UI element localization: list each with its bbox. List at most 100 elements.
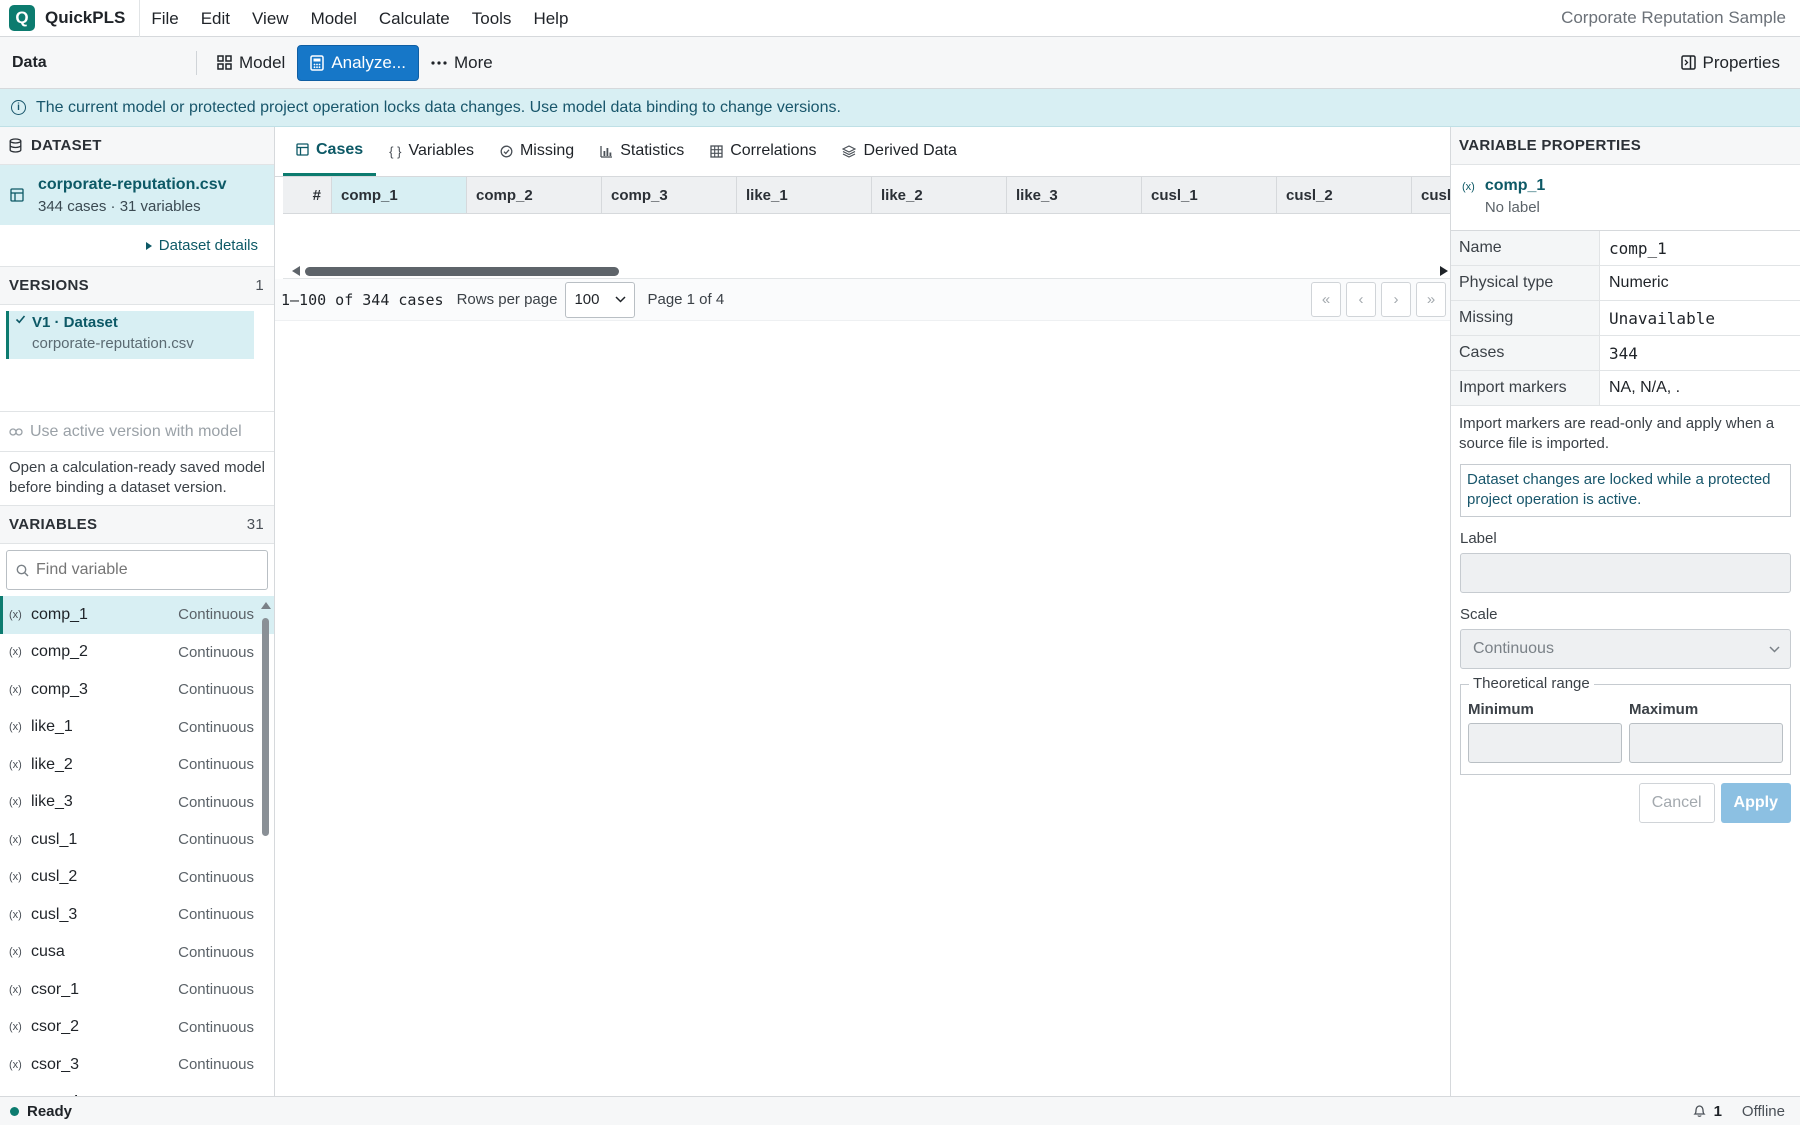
dataset-file-name: corporate-reputation.csv bbox=[38, 175, 227, 193]
variable-list-scrollbar[interactable] bbox=[261, 602, 271, 1096]
version-file: corporate-reputation.csv bbox=[32, 335, 194, 352]
menu-view[interactable]: View bbox=[241, 0, 300, 37]
tab-correlations[interactable]: Correlations bbox=[697, 126, 829, 176]
menu-file[interactable]: File bbox=[140, 0, 189, 37]
rows-per-page-label: Rows per page bbox=[456, 291, 558, 308]
variables-header-label: VARIABLES bbox=[9, 516, 98, 533]
use-active-version-button[interactable]: Use active version with model bbox=[0, 412, 274, 452]
property-value: comp_1 bbox=[1609, 238, 1667, 258]
prev-page-button[interactable]: ‹ bbox=[1346, 282, 1376, 317]
column-header[interactable]: like_1 bbox=[737, 177, 872, 213]
apply-button[interactable]: Apply bbox=[1720, 783, 1791, 823]
maximum-input[interactable] bbox=[1629, 723, 1783, 763]
cancel-button[interactable]: Cancel bbox=[1638, 783, 1715, 823]
variable-list-item[interactable]: (x)csor_4Continuous bbox=[0, 1084, 274, 1096]
variable-scale: Continuous bbox=[178, 831, 254, 849]
next-page-button[interactable]: › bbox=[1381, 282, 1411, 317]
menu-bar: Q QuickPLS File Edit View Model Calculat… bbox=[0, 0, 1800, 37]
property-value: NA, N/A, . bbox=[1609, 379, 1681, 396]
analyze-button[interactable]: Analyze... bbox=[297, 44, 419, 81]
version-item[interactable]: V1 · Dataset corporate-reputation.csv bbox=[6, 311, 254, 359]
tab-missing[interactable]: Missing bbox=[487, 126, 587, 176]
variable-list-item[interactable]: (x) like_2 Continuous bbox=[0, 746, 274, 784]
variable-list-item[interactable]: (x) cusa Continuous bbox=[0, 934, 274, 972]
menu-edit[interactable]: Edit bbox=[190, 0, 241, 37]
dataset-details-toggle[interactable]: Dataset details bbox=[0, 225, 274, 267]
menu-tools[interactable]: Tools bbox=[461, 0, 523, 37]
variable-icon: (x) bbox=[9, 833, 22, 846]
variable-list-item[interactable]: (x) comp_3 Continuous bbox=[0, 671, 274, 709]
label-input[interactable] bbox=[1460, 553, 1791, 593]
scrollbar-thumb[interactable] bbox=[305, 267, 619, 276]
tab-statistics-label: Statistics bbox=[620, 142, 685, 159]
rows-per-page-select[interactable]: 100 bbox=[565, 281, 636, 318]
property-row: Cases 344 bbox=[1451, 336, 1800, 371]
minimum-input[interactable] bbox=[1468, 723, 1622, 763]
dataset-section-header: DATASET bbox=[0, 127, 274, 165]
tab-variables-label: Variables bbox=[408, 142, 474, 159]
menu-help[interactable]: Help bbox=[522, 0, 579, 37]
scroll-right-arrow[interactable] bbox=[1440, 266, 1448, 276]
scroll-left-arrow[interactable] bbox=[292, 266, 300, 276]
menu-model[interactable]: Model bbox=[300, 0, 368, 37]
column-header[interactable]: like_2 bbox=[872, 177, 1007, 213]
variable-list-item[interactable]: (x) cusl_1 Continuous bbox=[0, 821, 274, 859]
column-header[interactable]: comp_1 bbox=[332, 177, 467, 213]
bell-icon[interactable] bbox=[1692, 1104, 1706, 1118]
variable-list-item[interactable]: (x) csor_1 Continuous bbox=[0, 971, 274, 1009]
properties-button-label: Properties bbox=[1702, 52, 1780, 72]
scroll-up-arrow[interactable] bbox=[261, 602, 271, 609]
properties-header-label: VARIABLE PROPERTIES bbox=[1459, 137, 1642, 154]
variable-list-item[interactable]: (x) comp_2 Continuous bbox=[0, 634, 274, 672]
tab-statistics[interactable]: Statistics bbox=[587, 126, 697, 176]
theoretical-range-legend: Theoretical range bbox=[1469, 675, 1594, 692]
column-header[interactable]: comp_2 bbox=[467, 177, 602, 213]
column-header[interactable]: cusl_3 bbox=[1412, 177, 1450, 213]
tab-derived-data-label: Derived Data bbox=[863, 142, 957, 159]
use-active-version-label: Use active version with model bbox=[30, 422, 242, 440]
variable-scale: Continuous bbox=[178, 906, 254, 924]
menu-calculate[interactable]: Calculate bbox=[368, 0, 461, 37]
variable-list-item[interactable]: (x) csor_2 Continuous bbox=[0, 1009, 274, 1047]
column-header[interactable]: like_3 bbox=[1007, 177, 1142, 213]
variable-list-item[interactable]: (x) like_1 Continuous bbox=[0, 709, 274, 747]
variable-name: like_1 bbox=[31, 718, 73, 736]
row-number-header: # bbox=[283, 177, 332, 213]
dataset-details-label: Dataset details bbox=[158, 237, 258, 254]
variable-list-item[interactable]: (x) cusl_3 Continuous bbox=[0, 896, 274, 934]
variable-list-item[interactable]: (x) comp_1 Continuous bbox=[0, 596, 274, 634]
bind-hint-text: Open a calculation-ready saved model bef… bbox=[0, 452, 274, 506]
tab-variables[interactable]: { } Variables bbox=[376, 126, 487, 176]
scale-select[interactable]: Continuous bbox=[1460, 629, 1791, 669]
link-icon bbox=[9, 427, 23, 437]
variable-list-item[interactable]: (x) csor_3 Continuous bbox=[0, 1046, 274, 1084]
dataset-card[interactable]: corporate-reputation.csv 344 cases · 31 … bbox=[0, 165, 274, 225]
tab-cases-label: Cases bbox=[316, 140, 364, 158]
variable-name: csor_2 bbox=[31, 1018, 80, 1036]
column-header[interactable]: comp_3 bbox=[602, 177, 737, 213]
scrollbar-thumb[interactable] bbox=[262, 618, 269, 836]
tab-cases[interactable]: Cases bbox=[283, 126, 377, 176]
model-button[interactable]: Model bbox=[205, 45, 297, 81]
tab-derived-data[interactable]: Derived Data bbox=[829, 126, 969, 176]
variables-count: 31 bbox=[246, 516, 264, 533]
property-key: Physical type bbox=[1451, 266, 1600, 300]
app-name: QuickPLS bbox=[45, 8, 126, 27]
database-icon bbox=[9, 138, 22, 153]
property-key: Missing bbox=[1451, 301, 1600, 335]
notification-count: 1 bbox=[1713, 1102, 1722, 1120]
ellipsis-icon bbox=[431, 60, 447, 66]
more-button[interactable]: More bbox=[419, 45, 505, 81]
status-dot-icon bbox=[10, 1106, 19, 1116]
find-variable-input[interactable] bbox=[36, 561, 246, 579]
variable-icon: (x) bbox=[9, 908, 22, 921]
column-header[interactable]: cusl_2 bbox=[1277, 177, 1412, 213]
variable-list-item[interactable]: (x) like_3 Continuous bbox=[0, 784, 274, 822]
variable-list-item[interactable]: (x) cusl_2 Continuous bbox=[0, 859, 274, 897]
variable-icon: (x) bbox=[1462, 181, 1475, 193]
column-header[interactable]: cusl_1 bbox=[1142, 177, 1277, 213]
properties-button[interactable]: Properties bbox=[1669, 45, 1792, 81]
last-page-button[interactable]: » bbox=[1416, 282, 1446, 317]
first-page-button[interactable]: « bbox=[1311, 282, 1341, 317]
horizontal-scrollbar[interactable] bbox=[291, 264, 1450, 278]
